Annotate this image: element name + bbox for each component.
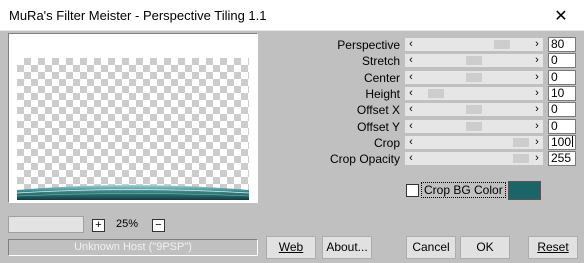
chevron-left-icon[interactable]: ‹ [405,103,417,116]
slider-thumb[interactable] [494,40,510,49]
slider-thumb[interactable] [466,105,482,114]
param-value-text: 0 [551,70,558,84]
param-value-field[interactable]: 0 [548,119,576,134]
chevron-right-icon[interactable]: › [531,38,543,51]
web-button-label: Web [278,240,304,254]
param-value-field[interactable]: 0 [548,102,576,117]
tiling-strip [17,185,249,200]
slider-thumb[interactable] [513,154,529,163]
close-icon[interactable]: ✕ [538,0,584,31]
chevron-right-icon[interactable]: › [531,120,543,133]
param-label: Height [365,87,400,101]
chevron-left-icon[interactable]: ‹ [405,152,417,165]
chevron-right-icon[interactable]: › [531,136,543,149]
chevron-left-icon[interactable]: ‹ [405,87,417,100]
preview-frame [8,33,258,203]
chevron-left-icon[interactable]: ‹ [405,136,417,149]
dialog-client: + 25% − Unknown Host ("9PSP") Perspectiv… [0,31,584,263]
param-slider[interactable]: ‹ › [405,103,543,116]
param-value-field[interactable]: 100 [548,135,576,150]
host-status: Unknown Host ("9PSP") [8,239,258,256]
param-label: Offset X [356,103,400,117]
slider-thumb[interactable] [513,138,529,147]
zoom-level: 25% [116,218,139,230]
param-value-field[interactable]: 0 [548,53,576,68]
preview-image[interactable] [17,58,249,200]
chevron-right-icon[interactable]: › [531,71,543,84]
window-title: MuRa's Filter Meister - Perspective Tili… [9,8,267,23]
param-slider[interactable]: ‹ › [405,152,543,165]
slider-thumb[interactable] [428,89,444,98]
crop-bg-color-swatch[interactable] [508,181,541,200]
slider-thumb[interactable] [466,56,482,65]
param-slider[interactable]: ‹ › [405,120,543,133]
param-label: Center [363,71,400,85]
param-value-text: 255 [551,151,572,165]
about-button[interactable]: About... [322,236,372,259]
param-slider[interactable]: ‹ › [405,38,543,51]
preview-scrollbar[interactable] [8,216,84,233]
chevron-left-icon[interactable]: ‹ [405,38,417,51]
param-value-text: 0 [551,53,558,67]
param-slider[interactable]: ‹ › [405,71,543,84]
zoom-out-button[interactable]: − [152,219,165,232]
cancel-button[interactable]: Cancel [406,236,456,259]
param-label: Perspective [337,38,400,52]
param-label: Crop [373,136,400,150]
reset-button-label: Reset [537,240,569,254]
chevron-left-icon[interactable]: ‹ [405,54,417,67]
param-slider[interactable]: ‹ › [405,136,543,149]
param-label: Stretch [361,54,400,68]
ok-button[interactable]: OK [460,236,510,259]
zoom-in-button[interactable]: + [92,219,105,232]
param-value-text: 0 [551,119,558,133]
title-bar: MuRa's Filter Meister - Perspective Tili… [0,0,584,31]
chevron-right-icon[interactable]: › [531,152,543,165]
param-value-field[interactable]: 0 [548,70,576,85]
chevron-left-icon[interactable]: ‹ [405,120,417,133]
web-button[interactable]: Web [266,236,316,259]
slider-thumb[interactable] [466,73,482,82]
chevron-left-icon[interactable]: ‹ [405,71,417,84]
chevron-right-icon[interactable]: › [531,54,543,67]
param-value-text: 80 [551,37,565,51]
text-caret [572,136,574,147]
param-value-text: 0 [551,102,558,116]
reset-button[interactable]: Reset [528,236,578,259]
crop-bg-checkbox[interactable] [406,184,419,197]
param-label: Offset Y [357,120,400,134]
slider-thumb[interactable] [466,122,482,131]
param-value-field[interactable]: 80 [548,37,576,52]
param-value-field[interactable]: 255 [548,151,576,166]
param-label: Crop Opacity [329,152,400,166]
param-value-text: 100 [551,135,572,149]
param-value-field[interactable]: 10 [548,86,576,101]
chevron-right-icon[interactable]: › [531,87,543,100]
param-value-text: 10 [551,86,565,100]
param-slider[interactable]: ‹ › [405,54,543,67]
chevron-right-icon[interactable]: › [531,103,543,116]
crop-bg-label[interactable]: Crop BG Color [421,182,506,198]
param-slider[interactable]: ‹ › [405,87,543,100]
